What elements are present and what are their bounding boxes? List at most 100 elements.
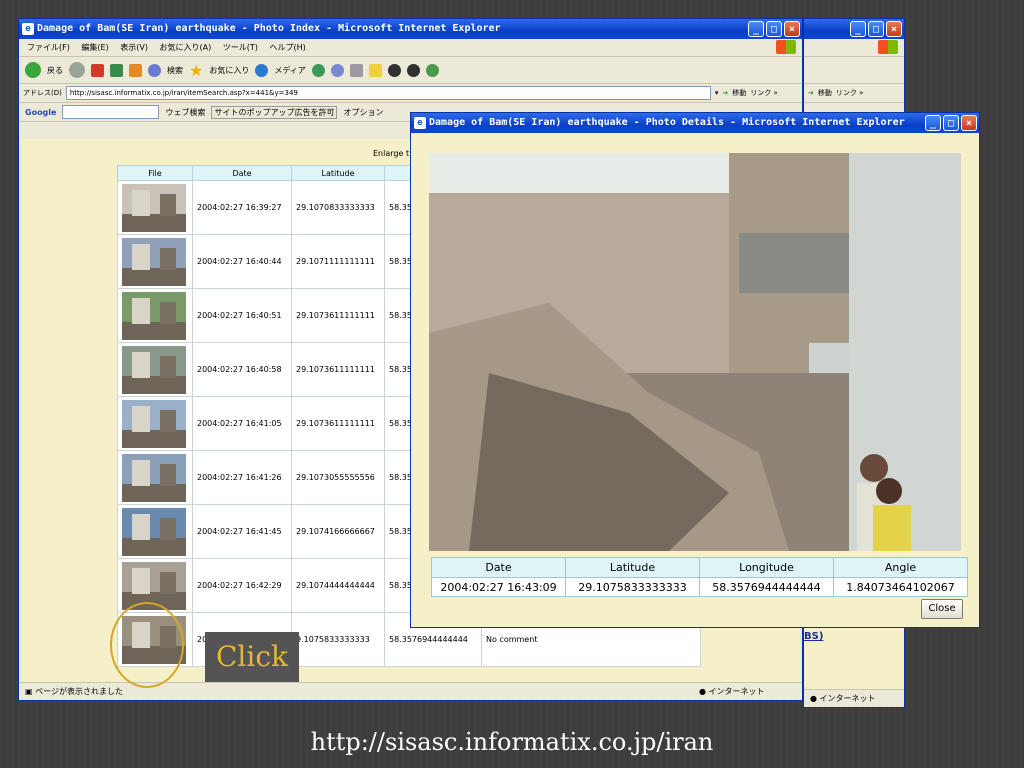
toolbar: 戻る 検索 ★ お気に入り メディア bbox=[19, 57, 802, 84]
titlebar-back[interactable]: _ □ × bbox=[804, 19, 904, 39]
col-date: Date bbox=[431, 557, 566, 578]
close-button[interactable]: Close bbox=[921, 599, 963, 619]
menu-file[interactable]: ファイル(F) bbox=[27, 43, 70, 52]
maximize-icon[interactable]: □ bbox=[766, 21, 782, 37]
favorites-label[interactable]: お気に入り bbox=[209, 65, 249, 76]
address-input[interactable]: http://sisasc.informatix.co.jp/iran/item… bbox=[65, 86, 711, 100]
zone-text: インターネット bbox=[708, 687, 765, 696]
menu-edit[interactable]: 編集(E) bbox=[81, 43, 108, 52]
status-text: ページが表示されました bbox=[35, 687, 123, 696]
zone-label: インターネット bbox=[819, 694, 876, 703]
col-file: File bbox=[117, 165, 193, 181]
cell-date: 2004:02:27 16:40:51 bbox=[192, 288, 292, 343]
go-arrow-icon[interactable]: ➔ bbox=[722, 89, 728, 97]
cell-latitude: 29.1071111111111 bbox=[291, 234, 385, 289]
click-callout: Click bbox=[205, 632, 299, 682]
photo-thumbnail[interactable] bbox=[122, 345, 186, 394]
value-date: 2004:02:27 16:43:09 bbox=[431, 577, 566, 597]
go-arrow-icon[interactable]: ➔ bbox=[808, 89, 814, 97]
cell-date: 2004:02:27 16:40:44 bbox=[192, 234, 292, 289]
minimize-icon[interactable]: _ bbox=[748, 21, 764, 37]
popup-allow-button[interactable]: サイトのポップアップ広告を許可 bbox=[211, 105, 338, 119]
col-latitude: Latitude bbox=[565, 557, 700, 578]
back-icon[interactable] bbox=[25, 62, 41, 78]
photo-thumbnail[interactable] bbox=[122, 291, 186, 340]
back-label[interactable]: 戻る bbox=[47, 65, 63, 76]
photo-thumbnail[interactable] bbox=[122, 453, 186, 502]
globe-icon: ● bbox=[810, 694, 817, 703]
research-icon[interactable] bbox=[425, 63, 439, 77]
address-bar: アドレス(D) http://sisasc.informatix.co.jp/i… bbox=[19, 84, 802, 103]
google-search-button[interactable]: ウェブ検索 bbox=[165, 107, 205, 118]
go-button[interactable]: 移動 bbox=[732, 88, 746, 98]
titlebar-index[interactable]: e Damage of Bam(SE Iran) earthquake - Ph… bbox=[19, 19, 802, 39]
photo-thumbnail[interactable] bbox=[122, 237, 186, 286]
favorites-icon[interactable]: ★ bbox=[189, 61, 203, 80]
home-icon[interactable] bbox=[129, 63, 142, 77]
photo-thumbnail[interactable] bbox=[122, 507, 186, 556]
forward-icon[interactable] bbox=[69, 62, 85, 78]
menu-view[interactable]: 表示(V) bbox=[120, 43, 148, 52]
thumbnail-cell[interactable] bbox=[117, 180, 193, 235]
col-latitude: Latitude bbox=[291, 165, 385, 181]
history-icon[interactable] bbox=[311, 63, 325, 77]
thumbnail-cell[interactable] bbox=[117, 342, 193, 397]
col-date: Date bbox=[192, 165, 292, 181]
highlight-circle bbox=[110, 602, 184, 688]
page-icon: ▣ bbox=[25, 687, 33, 696]
go-button[interactable]: 移動 bbox=[818, 88, 832, 98]
cell-date: 2004:02:27 16:40:58 bbox=[192, 342, 292, 397]
menu-help[interactable]: ヘルプ(H) bbox=[269, 43, 305, 52]
statusbar-back: ● インターネット bbox=[804, 689, 904, 707]
refresh-icon[interactable] bbox=[110, 63, 123, 77]
titlebar-details[interactable]: e Damage of Bam(SE Iran) earthquake - Ph… bbox=[411, 113, 979, 133]
google-logo[interactable]: Google bbox=[25, 108, 56, 117]
dropdown-icon[interactable]: ▾ bbox=[715, 89, 719, 97]
window-title: Damage of Bam(SE Iran) earthquake - Phot… bbox=[37, 23, 501, 34]
ie-icon: e bbox=[414, 117, 426, 129]
minimize-icon[interactable]: _ bbox=[850, 21, 866, 37]
thumbnail-cell[interactable] bbox=[117, 234, 193, 289]
media-icon[interactable] bbox=[255, 63, 269, 77]
search-label[interactable]: 検索 bbox=[167, 65, 183, 76]
cell-date: 2004:02:27 16:41:05 bbox=[192, 396, 292, 451]
value-latitude: 29.1075833333333 bbox=[565, 577, 700, 597]
discuss-icon[interactable] bbox=[387, 63, 401, 77]
media-label[interactable]: メディア bbox=[274, 65, 305, 76]
minimize-icon[interactable]: _ bbox=[925, 115, 941, 131]
toolbar-back bbox=[804, 57, 904, 84]
address-label: アドレス(D) bbox=[23, 89, 62, 97]
links-label[interactable]: リンク » bbox=[750, 88, 778, 98]
value-longitude: 58.3576944444444 bbox=[699, 577, 834, 597]
menu-favorites[interactable]: お気に入り(A) bbox=[160, 43, 212, 52]
zone-label: ● インターネット bbox=[699, 683, 765, 700]
links-label[interactable]: リンク » bbox=[836, 88, 864, 98]
browser-window-details: e Damage of Bam(SE Iran) earthquake - Ph… bbox=[410, 112, 980, 628]
damage-photo bbox=[429, 153, 961, 551]
search-icon[interactable] bbox=[148, 63, 161, 77]
menu-tools[interactable]: ツール(T) bbox=[223, 43, 258, 52]
stop-icon[interactable] bbox=[91, 63, 104, 77]
edit-icon[interactable] bbox=[368, 63, 382, 77]
maximize-icon[interactable]: □ bbox=[868, 21, 884, 37]
options-button[interactable]: オプション bbox=[343, 107, 383, 118]
bs-link[interactable]: BS) bbox=[804, 631, 823, 642]
close-icon[interactable]: × bbox=[784, 21, 800, 37]
maximize-icon[interactable]: □ bbox=[943, 115, 959, 131]
close-icon[interactable]: × bbox=[961, 115, 977, 131]
google-search-input[interactable] bbox=[62, 105, 160, 119]
mail-icon[interactable] bbox=[330, 63, 344, 77]
photo-thumbnail[interactable] bbox=[122, 183, 186, 232]
thumbnail-cell[interactable] bbox=[117, 504, 193, 559]
print-icon[interactable] bbox=[349, 63, 363, 77]
photo-thumbnail[interactable] bbox=[122, 399, 186, 448]
thumbnail-cell[interactable] bbox=[117, 288, 193, 343]
globe-icon: ● bbox=[699, 687, 706, 696]
thumbnail-cell[interactable] bbox=[117, 450, 193, 505]
messenger-icon[interactable] bbox=[406, 63, 420, 77]
col-longitude: Longitude bbox=[699, 557, 834, 578]
thumbnail-cell[interactable] bbox=[117, 396, 193, 451]
col-angle: Angle bbox=[833, 557, 968, 578]
close-icon[interactable]: × bbox=[886, 21, 902, 37]
cell-latitude: 29.1073055555556 bbox=[291, 450, 385, 505]
